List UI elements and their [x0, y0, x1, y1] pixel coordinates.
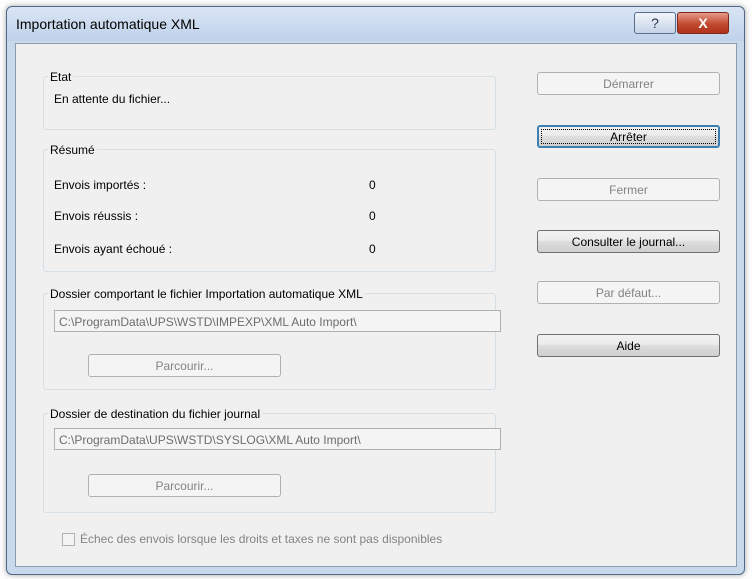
success-label: Envois réussis : — [54, 209, 139, 223]
fail-shipments-checkbox[interactable] — [62, 533, 75, 546]
close-label: Fermer — [609, 183, 648, 197]
start-button[interactable]: Démarrer — [537, 72, 720, 95]
success-value: 0 — [369, 209, 376, 223]
imported-value: 0 — [369, 178, 376, 192]
dialog-window: Importation automatique XML ? X Etat En … — [6, 6, 745, 575]
dialog-client-area: Etat En attente du fichier... Résumé Env… — [15, 43, 737, 567]
resume-group: Résumé Envois importés : 0 Envois réussi… — [43, 143, 496, 272]
etat-legend: Etat — [48, 70, 74, 84]
question-icon: ? — [651, 15, 659, 31]
close-icon: X — [698, 15, 708, 31]
failed-value: 0 — [369, 242, 376, 256]
default-button[interactable]: Par défaut... — [537, 281, 720, 304]
log-folder-group: Dossier de destination du fichier journa… — [43, 407, 501, 513]
log-folder-legend: Dossier de destination du fichier journa… — [48, 407, 263, 421]
window-title: Importation automatique XML — [16, 16, 200, 32]
fail-shipments-label: Échec des envois lorsque les droits et t… — [80, 532, 443, 546]
close-button[interactable]: Fermer — [537, 178, 720, 201]
help-label: Aide — [616, 339, 641, 353]
focus-rectangle — [541, 129, 716, 144]
import-browse-label: Parcourir... — [155, 359, 214, 373]
default-label: Par défaut... — [595, 286, 662, 300]
import-folder-path-field[interactable]: C:\ProgramData\UPS\WSTD\IMPEXP\XML Auto … — [54, 310, 501, 332]
failed-label: Envois ayant échoué : — [54, 242, 173, 256]
help-button[interactable]: Aide — [537, 334, 720, 357]
imported-label: Envois importés : — [54, 178, 147, 192]
import-folder-legend: Dossier comportant le fichier Importatio… — [48, 287, 365, 301]
status-text: En attente du fichier... — [54, 92, 171, 106]
log-folder-path-field[interactable]: C:\ProgramData\UPS\WSTD\SYSLOG\XML Auto … — [54, 428, 501, 450]
import-folder-group: Dossier comportant le fichier Importatio… — [43, 287, 501, 390]
start-label: Démarrer — [603, 77, 654, 91]
etat-group: Etat En attente du fichier... — [43, 70, 496, 130]
resume-legend: Résumé — [48, 143, 97, 157]
log-browse-label: Parcourir... — [155, 479, 214, 493]
help-caption-button[interactable]: ? — [634, 12, 676, 34]
close-caption-button[interactable]: X — [677, 12, 729, 34]
import-browse-button[interactable]: Parcourir... — [88, 354, 281, 377]
title-bar: Importation automatique XML ? X — [7, 7, 744, 41]
view-log-label: Consulter le journal... — [571, 235, 686, 249]
stop-button[interactable]: Arrêter — [537, 125, 720, 148]
log-browse-button[interactable]: Parcourir... — [88, 474, 281, 497]
view-log-button[interactable]: Consulter le journal... — [537, 230, 720, 253]
